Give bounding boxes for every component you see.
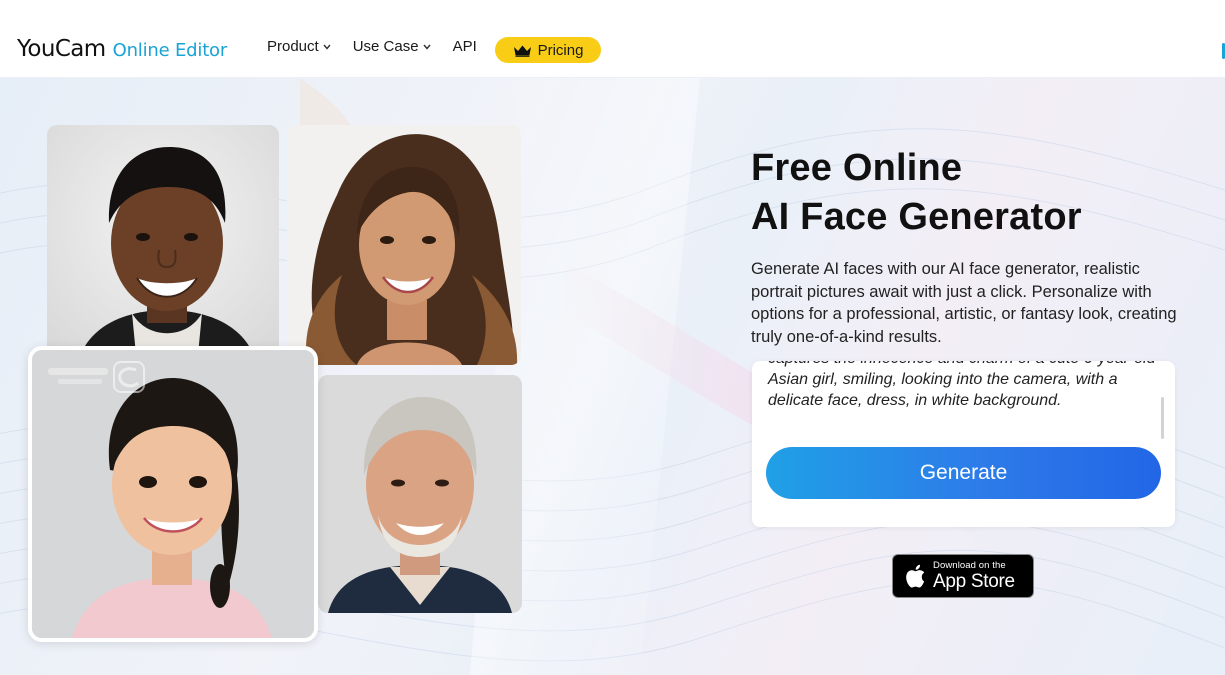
- menu-item-api[interactable]: API: [453, 38, 477, 55]
- chevron-down-icon: [323, 42, 331, 52]
- apple-icon: [904, 563, 926, 589]
- watermark-logo: [46, 360, 146, 394]
- title-line-1: Free Online: [751, 147, 963, 189]
- prompt-input[interactable]: captures the innocence and charm of a cu…: [752, 361, 1175, 445]
- sample-portrait-man: [47, 125, 279, 365]
- menu-item-label: Use Case: [352, 38, 419, 55]
- page-title: Free Online AI Face Generator: [751, 144, 1082, 242]
- generate-button[interactable]: Generate: [766, 447, 1161, 499]
- prompt-text: captures the innocence and charm of a cu…: [768, 361, 1156, 409]
- main-menu: Product Use Case API: [267, 38, 499, 55]
- logo-sub-text: Online Editor: [112, 40, 228, 61]
- app-store-text: Download on the App Store: [933, 561, 1015, 592]
- app-store-small-label: Download on the: [933, 559, 1006, 571]
- hero-description: Generate AI faces with our AI face gener…: [751, 260, 1177, 346]
- app-store-badge[interactable]: Download on the App Store: [892, 554, 1034, 598]
- crown-icon: [513, 44, 532, 57]
- pricing-label: Pricing: [537, 41, 584, 59]
- sample-portrait-girl: [28, 346, 318, 642]
- generator-card: captures the innocence and charm of a cu…: [752, 361, 1175, 527]
- sample-portrait-older-man: [318, 375, 522, 613]
- app-store-big-label: App Store: [933, 571, 1015, 593]
- hero-section: Free Online AI Face Generator Generate A…: [0, 78, 1225, 675]
- menu-item-label: Product: [267, 38, 319, 55]
- chevron-down-icon: [423, 42, 431, 52]
- menu-item-product[interactable]: Product: [267, 38, 331, 55]
- pricing-button[interactable]: Pricing: [495, 37, 601, 63]
- menu-item-label: API: [452, 38, 477, 55]
- logo-main-text: YouCam: [17, 36, 106, 62]
- menu-item-use-case[interactable]: Use Case: [353, 38, 431, 55]
- top-nav: YouCam Online Editor Product Use Case AP…: [0, 0, 1225, 78]
- sample-portrait-woman: [287, 125, 521, 365]
- logo[interactable]: YouCam Online Editor: [17, 36, 227, 62]
- title-line-2: AI Face Generator: [751, 196, 1082, 238]
- prompt-scrollbar[interactable]: [1161, 397, 1164, 439]
